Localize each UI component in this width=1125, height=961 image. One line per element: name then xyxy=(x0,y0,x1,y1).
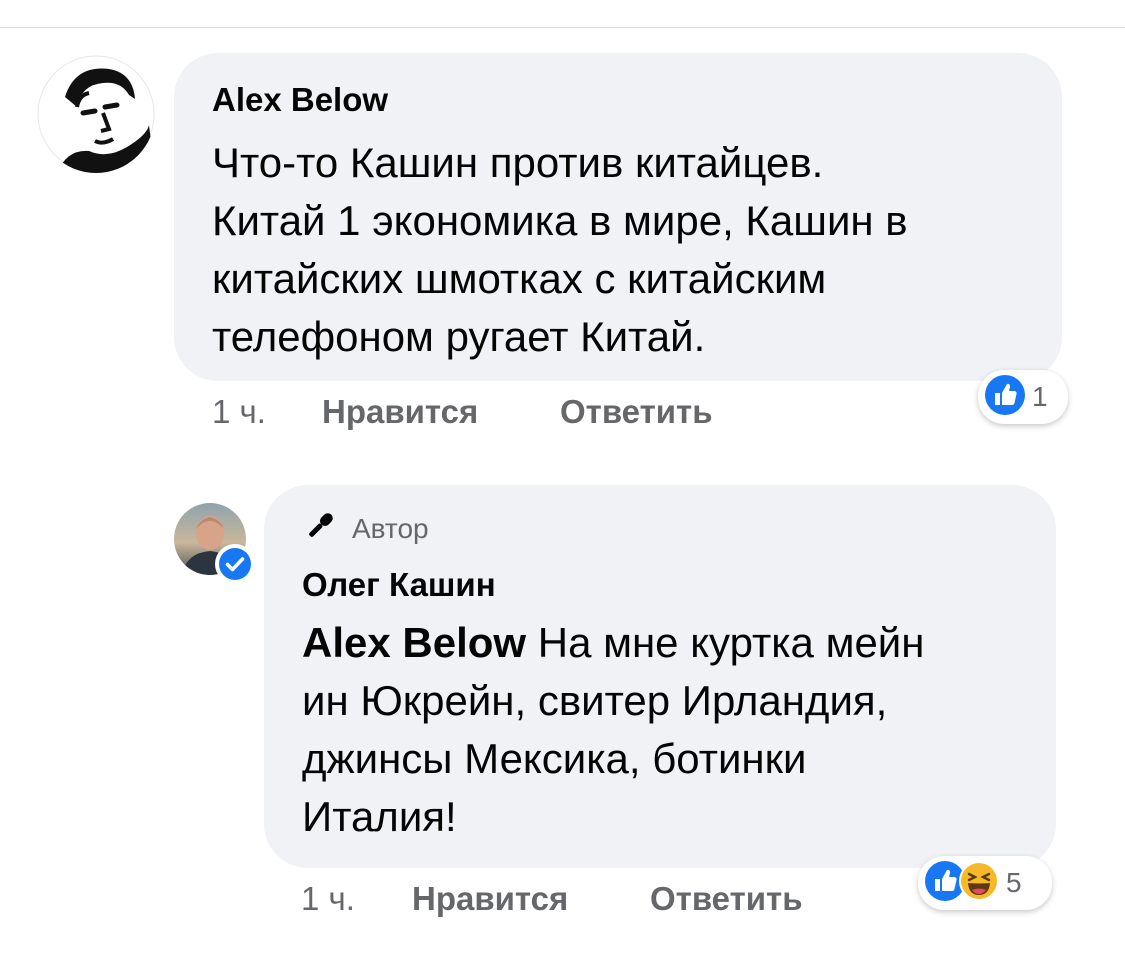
microphone-icon xyxy=(302,508,352,551)
comment-actions: 1 ч. Нравится Ответить xyxy=(0,392,1125,432)
like-button[interactable]: Нравится xyxy=(322,392,478,432)
comment-author-name[interactable]: Олег Кашин xyxy=(302,565,496,605)
avatar-alex-below[interactable] xyxy=(37,55,155,173)
comment-text: Alex Below На мне куртка мейн ин Юкрейн,… xyxy=(302,619,925,840)
comment-actions: 1 ч. Нравится Ответить xyxy=(0,879,1125,919)
comment-timestamp[interactable]: 1 ч. xyxy=(301,879,355,919)
comment-timestamp[interactable]: 1 ч. xyxy=(212,392,266,432)
author-badge: Автор xyxy=(302,508,429,550)
reply-button[interactable]: Ответить xyxy=(650,879,803,919)
author-tag-label: Автор xyxy=(352,513,429,544)
reply-button[interactable]: Ответить xyxy=(560,392,713,432)
comment-text: Что-то Кашин против китайцев. Китай 1 эк… xyxy=(212,139,908,360)
verified-badge-icon xyxy=(214,543,256,585)
comment-author-name[interactable]: Alex Below xyxy=(212,80,388,120)
top-divider xyxy=(0,27,1125,28)
like-button[interactable]: Нравится xyxy=(412,879,568,919)
mention-link[interactable]: Alex Below xyxy=(302,619,526,666)
